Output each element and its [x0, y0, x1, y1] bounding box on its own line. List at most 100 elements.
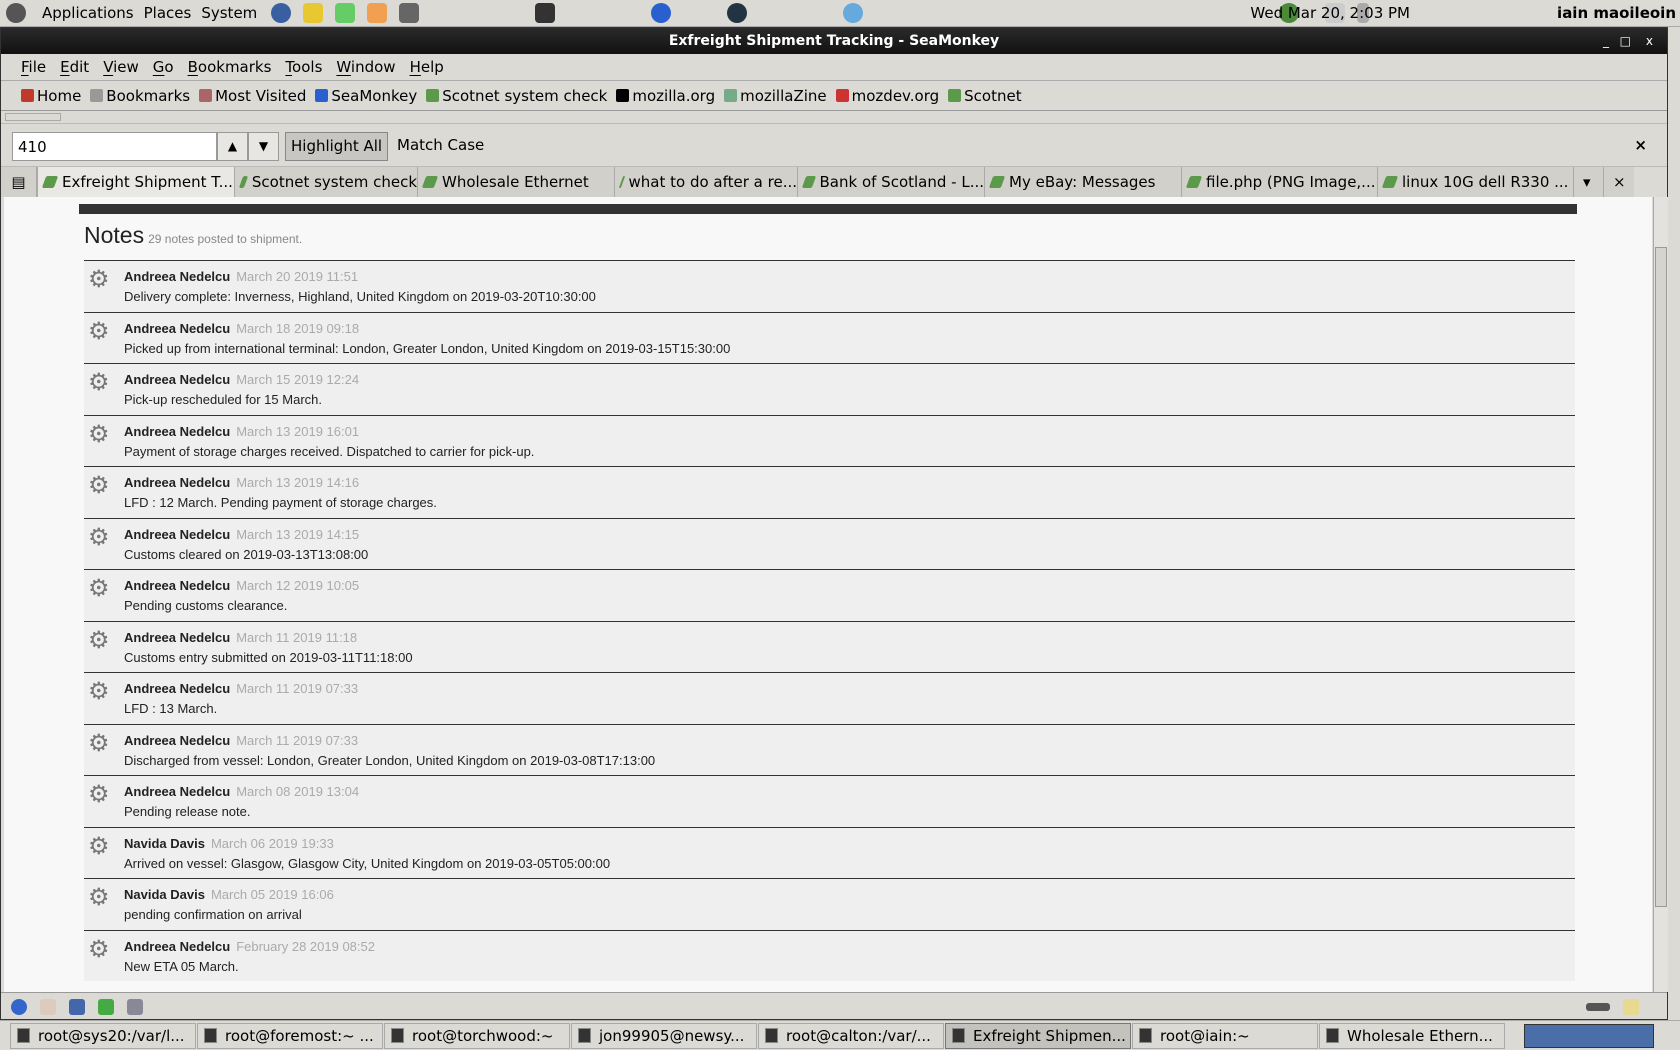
tab[interactable]: Bank of Scotland - L... [798, 167, 985, 197]
bookmark-item[interactable]: mozilla.org [616, 87, 715, 105]
bookmark-label: mozillaZine [740, 86, 827, 105]
gear-icon[interactable]: ⚙ [88, 783, 110, 807]
panel-menu-system[interactable]: System [201, 4, 257, 22]
tab[interactable]: My eBay: Messages [985, 167, 1182, 197]
workspace-switcher[interactable] [1524, 1023, 1654, 1048]
tab-list-button[interactable]: ▾ [1574, 167, 1604, 197]
taskbar-item[interactable]: root@iain:~ [1132, 1022, 1318, 1049]
menu-edit[interactable]: Edit [60, 58, 89, 76]
taskbar-item[interactable]: root@sys20:/var/l... [10, 1022, 196, 1049]
taskbar-item[interactable]: Wholesale Ethern... [1319, 1022, 1505, 1049]
tab[interactable]: file.php (PNG Image,... [1182, 167, 1378, 197]
menu-window[interactable]: Window [336, 58, 395, 76]
chrome-icon[interactable] [843, 3, 864, 23]
seamonkey-icon[interactable] [651, 3, 672, 23]
maximize-button[interactable]: □ [1620, 28, 1631, 54]
close-window-button[interactable]: x [1646, 28, 1653, 54]
close-find-bar-button[interactable]: × [1634, 136, 1647, 154]
notes-icon[interactable] [303, 3, 324, 23]
bookmark-item[interactable]: Scotnet system check [426, 87, 607, 105]
tab[interactable]: linux 10G dell R330 ... [1378, 167, 1574, 197]
taskbar-label: Wholesale Ethern... [1347, 1026, 1493, 1045]
gear-icon[interactable]: ⚙ [88, 525, 110, 550]
note-author: Andreea Nedelcu March 13 2019 14:15 [124, 527, 359, 542]
taskbar-item[interactable]: root@torchwood:~ [384, 1022, 570, 1049]
terminal-icon[interactable] [535, 3, 556, 23]
composer-icon[interactable] [69, 998, 85, 1015]
note-author-name: Andreea Nedelcu [124, 629, 231, 645]
find-input[interactable] [12, 132, 217, 161]
spreadsheet-icon[interactable] [335, 3, 356, 23]
tab[interactable]: Exfreight Shipment T... [37, 167, 235, 197]
menu-bookmarks[interactable]: Bookmarks [188, 58, 272, 76]
menu-go[interactable]: Go [153, 58, 174, 76]
menu-view[interactable]: View [103, 58, 139, 76]
gear-icon[interactable]: ⚙ [88, 422, 110, 447]
panel-menu-places[interactable]: Places [144, 4, 192, 22]
address-book-icon[interactable] [98, 998, 114, 1015]
close-tab-button[interactable]: × [1604, 167, 1634, 197]
toolbar-grippy[interactable] [5, 113, 61, 121]
tab[interactable]: Scotnet system check [235, 167, 418, 197]
panel-menu-applications[interactable]: Applications [42, 4, 134, 22]
bookmark-item[interactable]: Scotnet [948, 87, 1022, 105]
notes-heading: Notes 29 notes posted to shipment. [84, 222, 302, 249]
note-item: ⚙ Andreea Nedelcu February 28 2019 08:52 Ne… [84, 929, 1575, 981]
scrollbar-thumb[interactable] [1655, 247, 1667, 907]
note-date: March 11 2019 07:33 [236, 732, 359, 748]
menu-tools[interactable]: Tools [285, 58, 322, 76]
gear-icon[interactable]: ⚙ [88, 731, 110, 756]
gnome-foot-icon[interactable] [6, 3, 26, 23]
tab[interactable]: Wholesale Ethernet [418, 167, 615, 197]
note-text: Customs entry submitted on 2019-03-11T11… [124, 649, 413, 665]
online-status-icon[interactable] [1586, 1002, 1610, 1011]
clock[interactable]: Wed Mar 20, 2:03 PM [1250, 4, 1410, 22]
taskbar-item[interactable]: jon99905@newsy... [571, 1022, 757, 1049]
gear-icon[interactable]: ⚙ [88, 628, 110, 653]
tab-label: My eBay: Messages [1009, 173, 1156, 191]
mail-icon[interactable] [40, 998, 56, 1015]
gear-icon[interactable]: ⚙ [88, 937, 110, 962]
taskbar-label: root@foremost:~ ... [225, 1026, 374, 1045]
globe-dark-icon[interactable] [727, 3, 748, 23]
menu-file[interactable]: File [21, 58, 46, 76]
bookmark-item[interactable]: SeaMonkey [315, 87, 417, 105]
note-date: February 28 2019 08:52 [236, 938, 375, 954]
gear-icon[interactable]: ⚙ [88, 886, 110, 910]
security-lock-icon[interactable] [1623, 998, 1639, 1015]
bookmark-item[interactable]: Home [21, 87, 81, 105]
user-name[interactable]: iain maoileoin [1557, 4, 1676, 22]
taskbar-item[interactable]: root@foremost:~ ... [197, 1022, 383, 1049]
tab[interactable]: what to do after a re... [615, 167, 798, 197]
bookmark-item[interactable]: mozillaZine [724, 87, 827, 105]
gear-icon[interactable]: ⚙ [88, 319, 110, 344]
menu-help[interactable]: Help [410, 58, 444, 76]
find-previous-button[interactable]: ▲ [217, 132, 248, 161]
highlight-all-button[interactable]: Highlight All [285, 132, 389, 161]
find-next-button[interactable]: ▼ [248, 132, 279, 161]
note-author-name: Andreea Nedelcu [124, 475, 231, 490]
gear-icon[interactable]: ⚙ [88, 680, 110, 704]
taskbar-item[interactable]: Exfreight Shipmen... [945, 1022, 1131, 1049]
bookmark-item[interactable]: Most Visited [199, 87, 306, 105]
taskbar-item[interactable]: root@calton:/var/... [758, 1022, 944, 1049]
bookmark-item[interactable]: mozdev.org [835, 87, 939, 105]
gimp-icon[interactable] [399, 3, 420, 23]
gear-icon[interactable]: ⚙ [88, 371, 110, 395]
irc-icon[interactable] [127, 998, 143, 1015]
navigator-icon[interactable] [11, 998, 27, 1015]
bookmark-item[interactable]: Bookmarks [90, 87, 190, 105]
gear-icon[interactable]: ⚙ [88, 834, 110, 859]
new-tab-icon[interactable]: ▤ [1, 167, 37, 197]
thunderbird-icon[interactable] [271, 3, 292, 23]
taskbar: root@sys20:/var/l... root@foremost:~ ... r… [0, 1020, 1680, 1050]
note-date: March 11 2019 11:18 [236, 629, 358, 645]
gear-icon[interactable]: ⚙ [88, 474, 110, 498]
vertical-scrollbar[interactable] [1653, 197, 1668, 992]
note-author-name: Andreea Nedelcu [124, 269, 231, 284]
gear-icon[interactable]: ⚙ [88, 268, 110, 292]
presentation-icon[interactable] [367, 3, 388, 23]
match-case-checkbox[interactable]: Match Case [397, 132, 484, 161]
minimize-button[interactable]: _ [1603, 28, 1609, 54]
gear-icon[interactable]: ⚙ [88, 577, 110, 601]
